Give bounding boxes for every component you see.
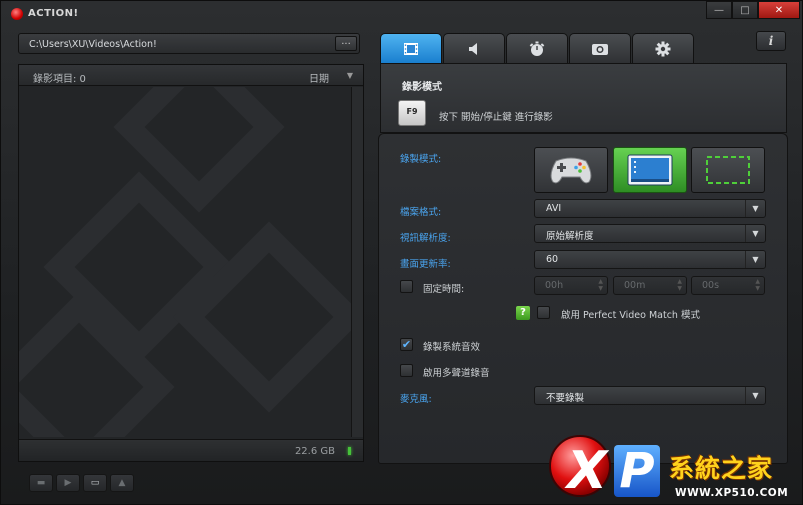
fixed-time-label: 固定時間: (423, 284, 465, 295)
gear-icon (655, 41, 671, 56)
play-button[interactable]: ▶ (56, 474, 80, 492)
output-path-text: C:\Users\XU\Videos\Action! (29, 39, 157, 50)
tab-audio[interactable] (443, 33, 505, 63)
tab-timer[interactable] (506, 33, 568, 63)
stopwatch-icon (529, 41, 545, 56)
watermark-x: X (567, 441, 608, 501)
file-format-label: 檔案格式: (400, 207, 442, 218)
seconds-value: 00s (702, 280, 720, 291)
background-pattern (19, 87, 363, 437)
folder-icon: ▭ (90, 478, 100, 488)
hours-stepper[interactable]: 00h ▲ ▼ (534, 276, 608, 295)
file-format-value: AVI (546, 203, 562, 214)
perfect-match-label: 啟用 Perfect Video Match 模式 (561, 310, 700, 321)
sort-dropdown-icon[interactable]: ▼ (347, 71, 353, 80)
site-watermark: X P 系統之家 WWW.XP510.COM (549, 435, 803, 505)
recordings-list[interactable]: 錄影項目: 0 日期 ▼ 22.6 GB (18, 64, 364, 462)
tab-video[interactable] (380, 33, 442, 63)
title-bar: ACTION! — □ ✕ (1, 1, 803, 27)
desktop-icon (627, 154, 673, 186)
desktop-mode-button[interactable] (613, 147, 687, 193)
record-mode-label: 錄製模式: (400, 154, 442, 165)
stepper-arrows-icon: ▲ ▼ (677, 278, 682, 292)
perfect-match-checkbox[interactable] (537, 306, 550, 319)
disk-status-indicator (348, 447, 351, 455)
browse-button[interactable]: ... (335, 36, 357, 51)
watermark-url: WWW.XP510.COM (675, 487, 789, 499)
resolution-select[interactable]: 原始解析度 ▼ (534, 224, 766, 243)
region-mode-button[interactable] (691, 147, 765, 193)
gamepad-icon (550, 157, 592, 184)
list-footer: 22.6 GB (19, 439, 363, 461)
tab-screenshot[interactable] (569, 33, 631, 63)
list-header: 錄影項目: 0 日期 ▼ (19, 65, 363, 86)
hours-value: 00h (545, 280, 564, 291)
camera-icon (592, 43, 608, 55)
stepper-arrows-icon: ▲ ▼ (755, 278, 760, 292)
seconds-stepper[interactable]: 00s ▲ ▼ (691, 276, 765, 295)
microphone-select[interactable]: 不要錄製 ▼ (534, 386, 766, 405)
multitrack-label: 啟用多聲道錄音 (423, 368, 490, 379)
list-scrollbar[interactable] (351, 87, 363, 437)
file-format-select[interactable]: AVI ▼ (534, 199, 766, 218)
speaker-icon (469, 42, 477, 55)
minimize-button[interactable]: — (706, 1, 732, 19)
close-button[interactable]: ✕ (758, 1, 800, 19)
film-icon (404, 42, 418, 55)
game-mode-button[interactable] (534, 147, 608, 193)
app-title: ACTION! (28, 8, 79, 19)
system-audio-checkbox[interactable]: ✔ (400, 338, 413, 351)
chevron-down-icon: ▼ (745, 225, 765, 242)
upload-icon: ▲ (118, 478, 126, 488)
multitrack-checkbox[interactable] (400, 364, 413, 377)
minus-icon: ▬ (36, 478, 46, 488)
microphone-value: 不要錄製 (546, 393, 585, 404)
frame-rate-select[interactable]: 60 ▼ (534, 250, 766, 269)
list-toolbar: ▬ ▶ ▭ ▲ (29, 474, 134, 492)
recording-count: 錄影項目: 0 (33, 74, 86, 85)
disk-free-space: 22.6 GB (294, 446, 335, 457)
chevron-down-icon: ▼ (745, 251, 765, 268)
help-icon[interactable]: ? (516, 306, 530, 320)
frame-rate-label: 畫面更新率: (400, 259, 451, 270)
checkmark-icon: ✔ (401, 338, 412, 351)
chevron-down-icon: ▼ (745, 200, 765, 217)
maximize-button[interactable]: □ (732, 1, 758, 19)
watermark-p: P (614, 445, 660, 497)
system-audio-label: 錄製系統音效 (423, 342, 481, 353)
fixed-time-checkbox[interactable] (400, 280, 413, 293)
stepper-arrows-icon: ▲ ▼ (598, 278, 603, 292)
minutes-stepper[interactable]: 00m ▲ ▼ (613, 276, 687, 295)
resolution-label: 視訊解析度: (400, 233, 451, 244)
tab-settings[interactable] (632, 33, 694, 63)
open-folder-button[interactable]: ▭ (83, 474, 107, 492)
region-select-icon (706, 156, 750, 184)
microphone-label: 麥克風: (400, 394, 432, 405)
upload-button[interactable]: ▲ (110, 474, 134, 492)
app-window: ACTION! — □ ✕ C:\Users\XU\Videos\Action!… (0, 0, 803, 505)
watermark-name: 系統之家 (669, 454, 774, 483)
minutes-value: 00m (624, 280, 646, 291)
sort-by-date[interactable]: 日期 (309, 70, 329, 85)
resolution-value: 原始解析度 (546, 231, 594, 242)
record-mode-header: 錄影模式 F9 按下 開始/停止鍵 進行錄影 (380, 63, 787, 133)
section-title: 錄影模式 (402, 82, 442, 93)
output-path-field[interactable]: C:\Users\XU\Videos\Action! ... (18, 33, 360, 54)
record-logo-icon (11, 8, 23, 20)
play-icon: ▶ (64, 478, 72, 488)
frame-rate-value: 60 (546, 254, 559, 265)
hotkey-button[interactable]: F9 (398, 100, 426, 126)
hotkey-hint: 按下 開始/停止鍵 進行錄影 (439, 112, 553, 123)
delete-button[interactable]: ▬ (29, 474, 53, 492)
chevron-down-icon: ▼ (745, 387, 765, 404)
window-controls: — □ ✕ (706, 1, 800, 19)
info-button[interactable]: i (756, 31, 786, 51)
settings-tabs (380, 33, 695, 63)
